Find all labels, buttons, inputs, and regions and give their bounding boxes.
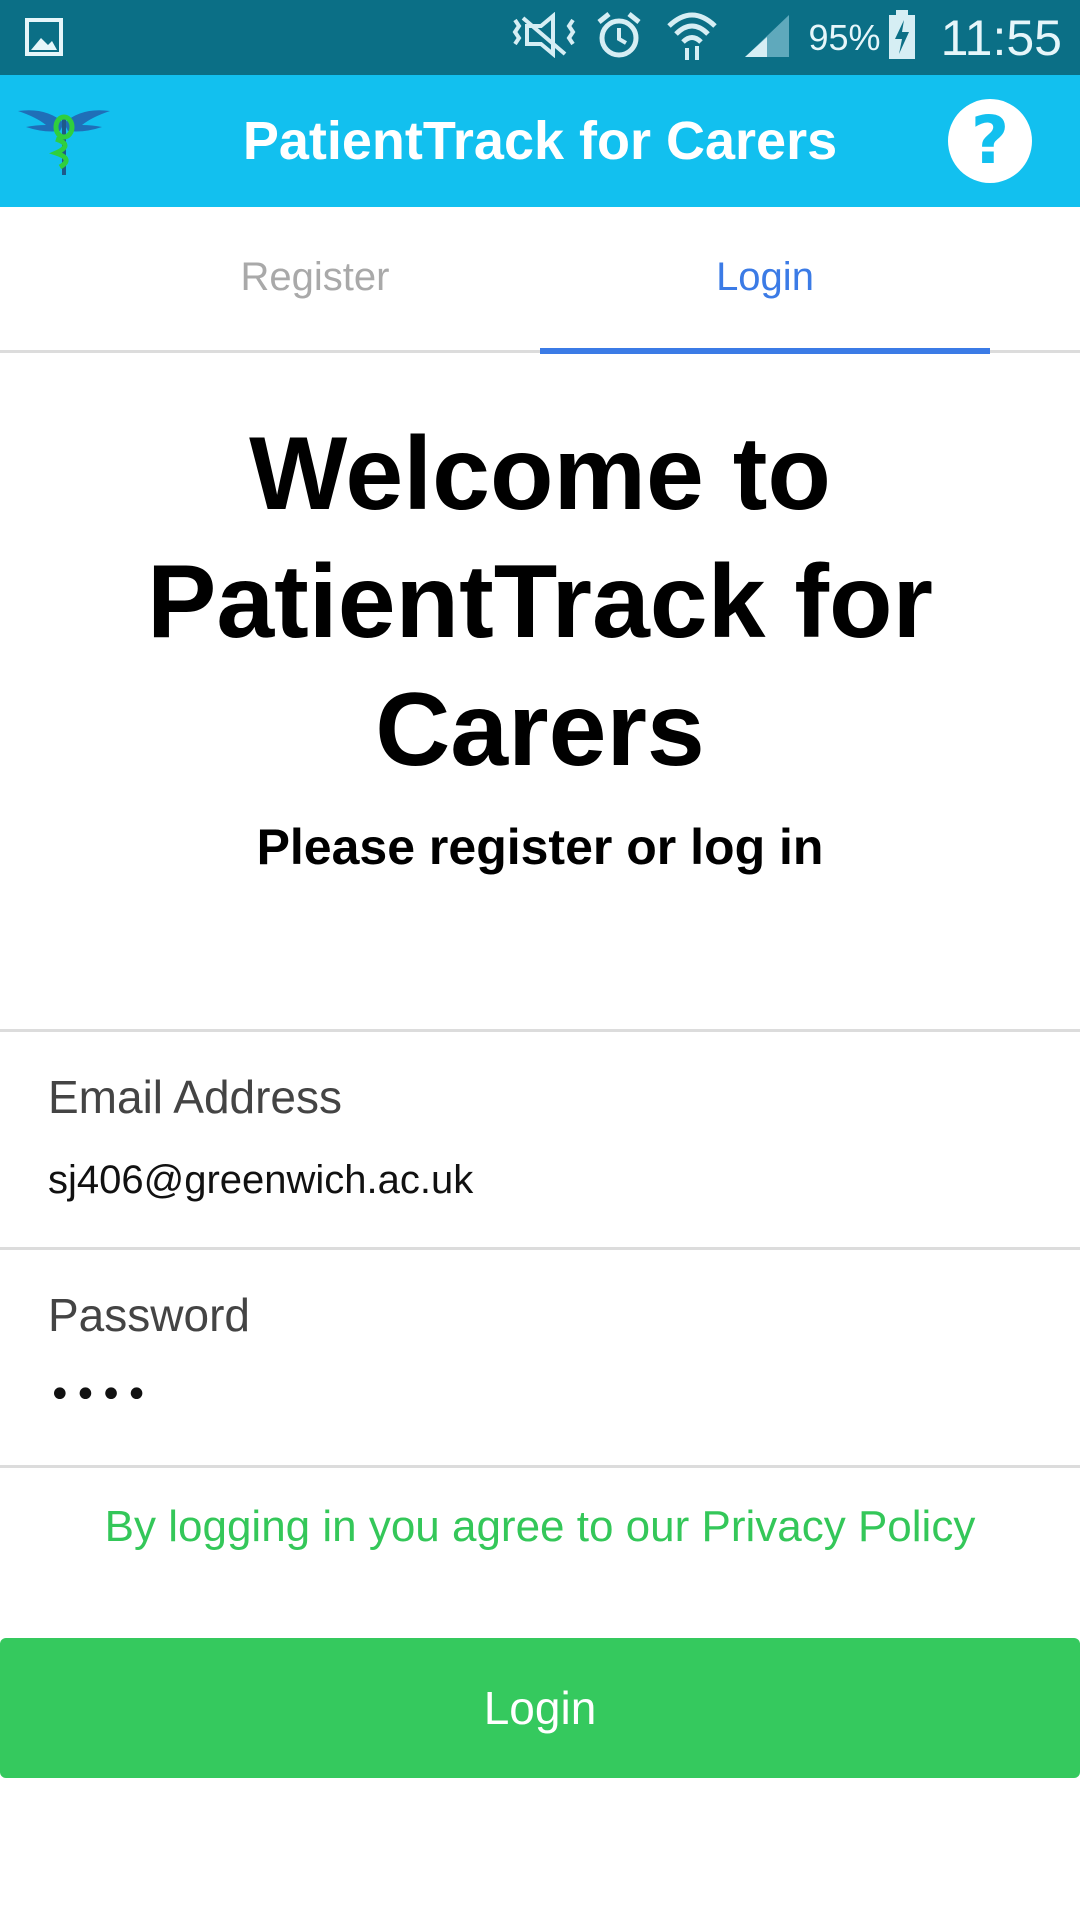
help-button[interactable]: ? [948, 99, 1032, 183]
battery-charging-icon [887, 10, 917, 65]
wifi-icon [665, 8, 719, 67]
divider [0, 1465, 1080, 1468]
battery-percent: 95% [808, 16, 881, 58]
divider [0, 1247, 1080, 1250]
tab-register[interactable]: Register [90, 207, 540, 353]
login-button[interactable]: Login [0, 1638, 1080, 1778]
password-field[interactable]: •••• [48, 1372, 150, 1418]
welcome-title: Welcome to PatientTrack for Carers [146, 416, 934, 788]
active-tab-indicator [540, 348, 990, 354]
app-title: PatientTrack for Carers [242, 111, 838, 171]
password-label: Password [48, 1289, 250, 1341]
divider [0, 1029, 1080, 1032]
welcome-subtitle: Please register or log in [256, 819, 824, 875]
gallery-icon [24, 17, 64, 57]
alarm-icon [595, 10, 643, 65]
signal-icon [741, 13, 793, 62]
status-clock: 11:55 [940, 9, 1062, 66]
email-label: Email Address [48, 1071, 343, 1123]
tab-login[interactable]: Login [540, 207, 990, 353]
status-icons: 95% 11:55 [509, 0, 1080, 75]
help-icon: ? [970, 102, 1010, 179]
status-bar: 95% 11:55 [0, 0, 1080, 75]
privacy-policy-link[interactable]: By logging in you agree to our Privacy P… [0, 1502, 1080, 1552]
email-field[interactable] [48, 1158, 1028, 1203]
auth-tabs: Register Login [0, 207, 1080, 354]
vibrate-off-icon [509, 11, 579, 63]
app-bar: PatientTrack for Carers ? [0, 75, 1080, 207]
